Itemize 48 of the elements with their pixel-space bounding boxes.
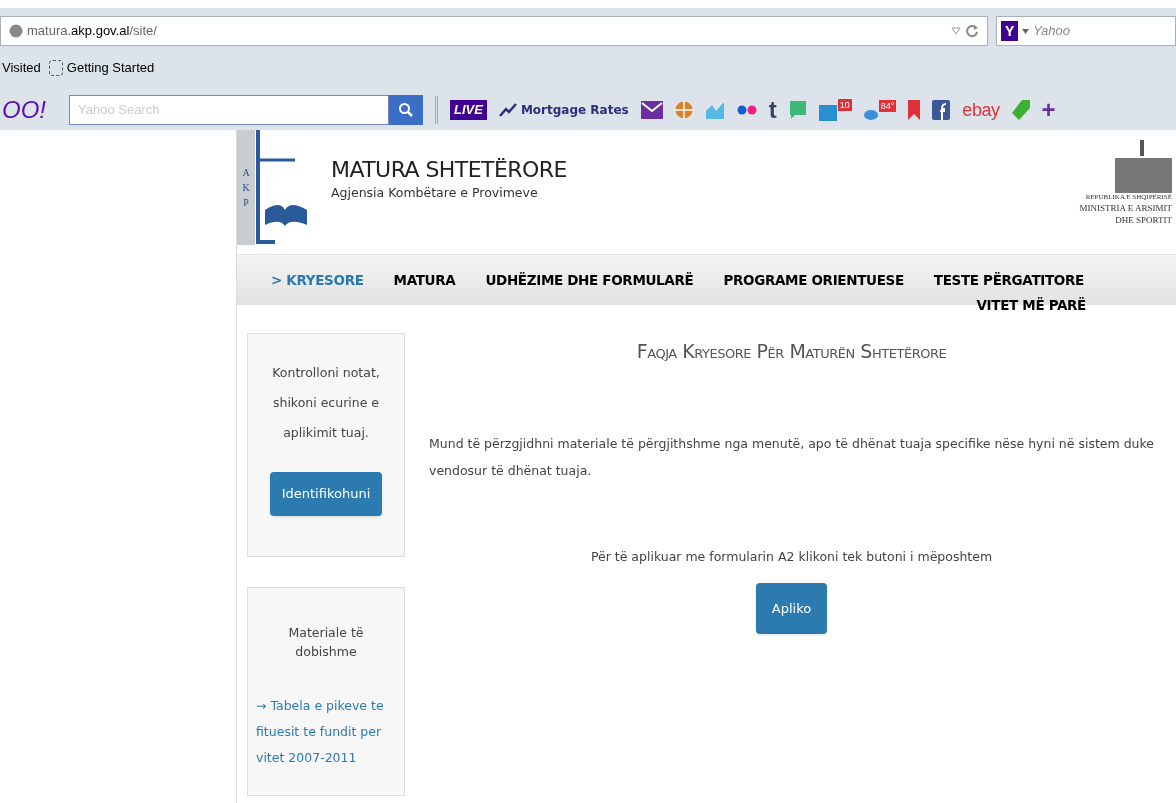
panel-heading: Materiale të dobishme [287,623,365,661]
site-subtitle: Agjensia Kombëtare e Provimeve [331,183,539,202]
nav-item[interactable]: PROGRAME ORIENTUESE [723,269,904,291]
search-icon[interactable] [389,95,423,125]
mortgage-rates-link[interactable]: Mortgage Rates [498,101,629,119]
reload-icon[interactable] [965,24,979,38]
url-text: matura.akp.gov.al/site/ [27,22,157,41]
bookmark-item[interactable]: Getting Started [48,58,155,78]
basketball-icon[interactable] [674,101,693,119]
add-icon[interactable]: + [1041,98,1056,122]
bookmark-ribbon-icon[interactable] [908,100,921,120]
apply-button[interactable]: Apliko [755,582,828,634]
nav-item[interactable]: VITET MË PARË [976,295,1086,316]
intro-text: Mund të përzgjidhni materiale të përgjithshme nga menutë, apo të dhënat tuaja specifike nëse hyni në sistem duke vendosur të dhënat tuaja. [428,434,1156,480]
mail-icon[interactable] [640,101,663,119]
nav-item[interactable]: MATURA [393,269,456,291]
tag-icon[interactable] [1011,100,1030,120]
cloud-icon[interactable] [863,110,878,120]
ministry-text: MINISTRIA E ARSIMIT [1079,202,1172,214]
nav-item[interactable]: > KRYESORE [271,269,364,291]
caret-icon[interactable] [1022,28,1030,34]
ministry-text: DHE SPORTIT [1115,214,1172,226]
login-hint: Kontrolloni notat, shikoni ecurine e aplikimit tuaj. [271,364,381,443]
apply-instruction: Për të aplikuar me formularin A2 klikoni tek butoni i mëposhtem [589,547,994,566]
page-heading: Faqja Kryesore Për Maturën Shtetërore [635,339,948,365]
resource-link[interactable]: → Tabela e pikeve te fituesit te fundit per vitet 2007-2011 [256,693,396,772]
login-button[interactable]: Identifikohuni [269,472,383,516]
facebook-icon[interactable] [932,100,951,120]
search-box[interactable]: Y Yahoo [996,16,1176,46]
nav-item[interactable]: UDHËZIME DHE FORMULARË [485,269,694,291]
bookmark-item[interactable]: Visited [2,58,41,78]
trend-icon [498,103,517,117]
dropdown-icon[interactable] [951,27,961,35]
live-badge[interactable]: LIVE [450,100,487,120]
address-bar[interactable]: matura.akp.gov.al/site/ [0,16,988,46]
search-engine-name: Yahoo [1033,22,1070,41]
yahoo-icon: Y [1001,21,1019,41]
weather-badge: 84° [878,100,897,112]
dots-icon[interactable] [736,105,757,115]
akp-logo: A K P [237,130,315,245]
news-badge: 10 [837,99,852,111]
tumblr-icon[interactable]: t [768,98,777,122]
nav-item[interactable]: TESTE PËRGATITORE [933,269,1084,291]
bookmark-icon [48,60,63,76]
news-icon[interactable] [818,105,837,121]
site-title: MATURA SHTETËRORE [331,156,567,184]
building-icon [1112,138,1172,193]
yahoo-logo: OO! [2,95,47,125]
